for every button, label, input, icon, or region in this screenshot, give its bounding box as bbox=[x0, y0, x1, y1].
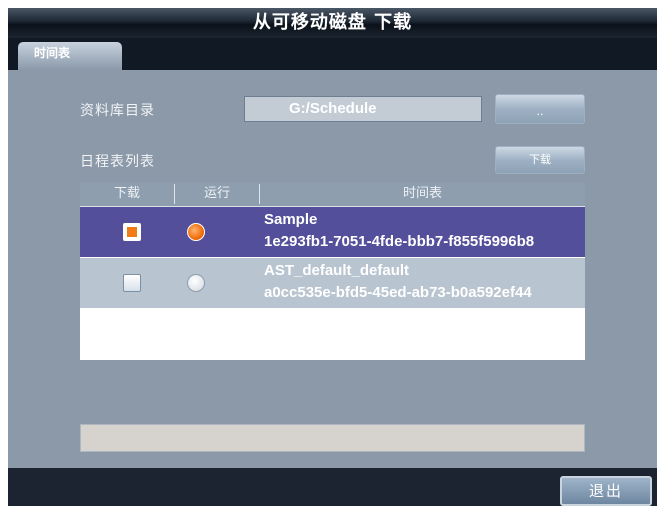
column-header-schedule[interactable]: 时间表 bbox=[260, 182, 585, 206]
window-title: 从可移动磁盘 下载 bbox=[8, 8, 657, 38]
tab-bar: 时间表 bbox=[8, 38, 657, 70]
schedule-id: a0cc535e-bfd5-45ed-ab73-b0a592ef44 bbox=[264, 284, 532, 301]
schedule-table: 下载 运行 时间表 Sample 1e293fb1-7051-4fde-bbb7… bbox=[80, 182, 585, 360]
exit-button[interactable]: 退出 bbox=[560, 476, 652, 506]
progress-bar bbox=[80, 424, 585, 452]
column-header-download[interactable]: 下载 bbox=[80, 182, 174, 206]
run-radio[interactable] bbox=[187, 274, 205, 292]
schedule-name: AST_default_default bbox=[264, 262, 410, 279]
schedule-list-label: 日程表列表 bbox=[80, 154, 155, 170]
table-row[interactable]: Sample 1e293fb1-7051-4fde-bbb7-f855f5996… bbox=[80, 207, 585, 257]
tab-schedule[interactable]: 时间表 bbox=[18, 42, 122, 70]
download-checkbox[interactable] bbox=[123, 223, 141, 241]
browse-button[interactable]: .. bbox=[495, 94, 585, 124]
library-directory-label: 资料库目录 bbox=[80, 103, 155, 119]
schedule-id: 1e293fb1-7051-4fde-bbb7-f855f5996b8 bbox=[264, 233, 535, 250]
column-header-run[interactable]: 运行 bbox=[175, 182, 259, 206]
download-checkbox[interactable] bbox=[123, 274, 141, 292]
table-header: 下载 运行 时间表 bbox=[80, 182, 585, 207]
schedule-name: Sample bbox=[264, 211, 318, 228]
run-radio[interactable] bbox=[187, 223, 205, 241]
table-row[interactable]: AST_default_default a0cc535e-bfd5-45ed-a… bbox=[80, 258, 585, 308]
library-path-field[interactable]: G:/Schedule bbox=[244, 96, 482, 122]
download-button[interactable]: 下载 bbox=[495, 146, 585, 174]
